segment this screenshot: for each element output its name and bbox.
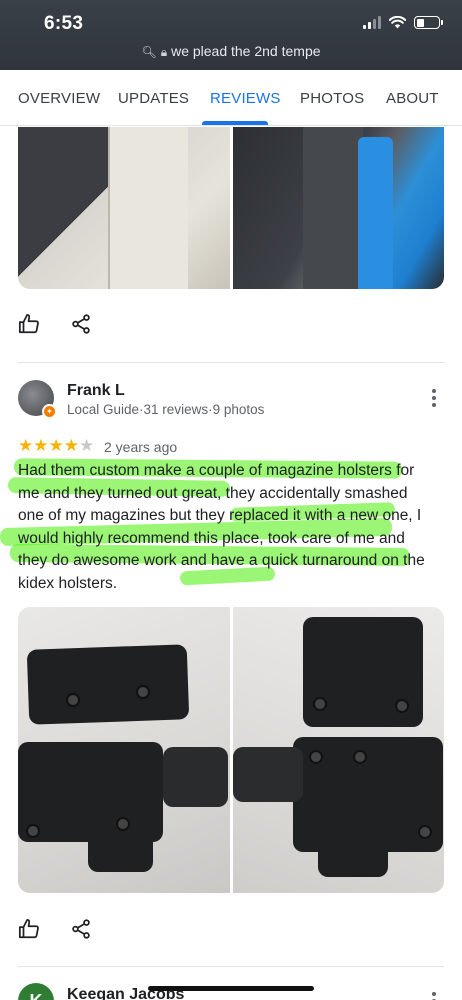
- thumbs-up-icon[interactable]: [18, 313, 40, 335]
- tab-updates[interactable]: UPDATES: [118, 90, 189, 107]
- photo-subject: [26, 644, 190, 725]
- photo-subject: [309, 750, 323, 764]
- reviewer-name[interactable]: Frank L: [67, 382, 125, 400]
- avatar[interactable]: K: [18, 983, 54, 1000]
- address-bar[interactable]: 🔍︎ 🔒︎ we plead the 2nd tempe: [0, 43, 462, 60]
- review-photo[interactable]: [233, 127, 444, 289]
- home-indicator[interactable]: [148, 986, 314, 991]
- tab-overview[interactable]: OVERVIEW: [18, 90, 100, 107]
- star-rating: ★★★★★: [18, 436, 94, 456]
- photo-subject: [136, 685, 150, 699]
- review-divider: [18, 966, 444, 967]
- search-icon: 🔍︎: [141, 45, 157, 59]
- battery-icon: [414, 16, 443, 29]
- photo-subject: [358, 137, 393, 289]
- thumbs-up-icon[interactable]: [18, 918, 40, 940]
- star-icon: ★: [79, 436, 95, 455]
- review-text: Had them custom make a couple of magazin…: [18, 462, 425, 592]
- reviewer-meta: Local Guide·31 reviews·9 photos: [67, 402, 265, 417]
- photo-subject: [353, 750, 367, 764]
- active-tab-indicator: [202, 121, 268, 125]
- lock-icon: 🔒︎: [160, 45, 168, 59]
- tab-about[interactable]: ABOUT: [386, 90, 439, 107]
- review-photo[interactable]: [18, 127, 230, 289]
- review-photo[interactable]: [18, 607, 230, 893]
- photo-subject: [116, 817, 130, 831]
- star-icon: ★: [18, 436, 34, 455]
- review-actions: [18, 918, 92, 940]
- browser-top-bar: 6:53 🔍︎ 🔒︎ we plead the 2nd tempe: [0, 0, 462, 70]
- review-date: 2 years ago: [104, 439, 178, 455]
- photo-subject: [108, 127, 188, 289]
- avatar[interactable]: ✦: [18, 380, 57, 419]
- more-vert-icon[interactable]: [427, 992, 441, 1000]
- status-time: 6:53: [44, 13, 84, 34]
- photo-subject: [233, 747, 303, 802]
- star-icon: ★: [48, 436, 64, 455]
- photo-subject: [163, 747, 228, 807]
- wifi-icon: [389, 16, 406, 29]
- status-icons: [363, 16, 443, 29]
- more-vert-icon[interactable]: [427, 389, 441, 407]
- place-tabs: OVERVIEW UPDATES REVIEWS PHOTOS ABOUT: [0, 70, 462, 126]
- review-actions: [18, 313, 92, 335]
- photo-subject: [418, 825, 432, 839]
- photo-subject: [66, 693, 80, 707]
- share-icon[interactable]: [70, 918, 92, 940]
- share-icon[interactable]: [70, 313, 92, 335]
- photo-subject: [318, 837, 388, 877]
- review-divider: [18, 362, 444, 363]
- tab-photos[interactable]: PHOTOS: [300, 90, 364, 107]
- photo-subject: [395, 699, 409, 713]
- photo-subject: [313, 697, 327, 711]
- photo-subject: [18, 742, 163, 842]
- local-guide-badge-icon: ✦: [42, 404, 57, 419]
- tab-reviews[interactable]: REVIEWS: [210, 90, 281, 107]
- star-icon: ★: [63, 436, 79, 455]
- url-text: we plead the 2nd tempe: [171, 43, 321, 59]
- signal-icon: [363, 16, 381, 29]
- photo-subject: [88, 832, 153, 872]
- star-icon: ★: [33, 436, 49, 455]
- photo-subject: [303, 127, 363, 289]
- photo-subject: [26, 824, 40, 838]
- review-photo[interactable]: [233, 607, 444, 893]
